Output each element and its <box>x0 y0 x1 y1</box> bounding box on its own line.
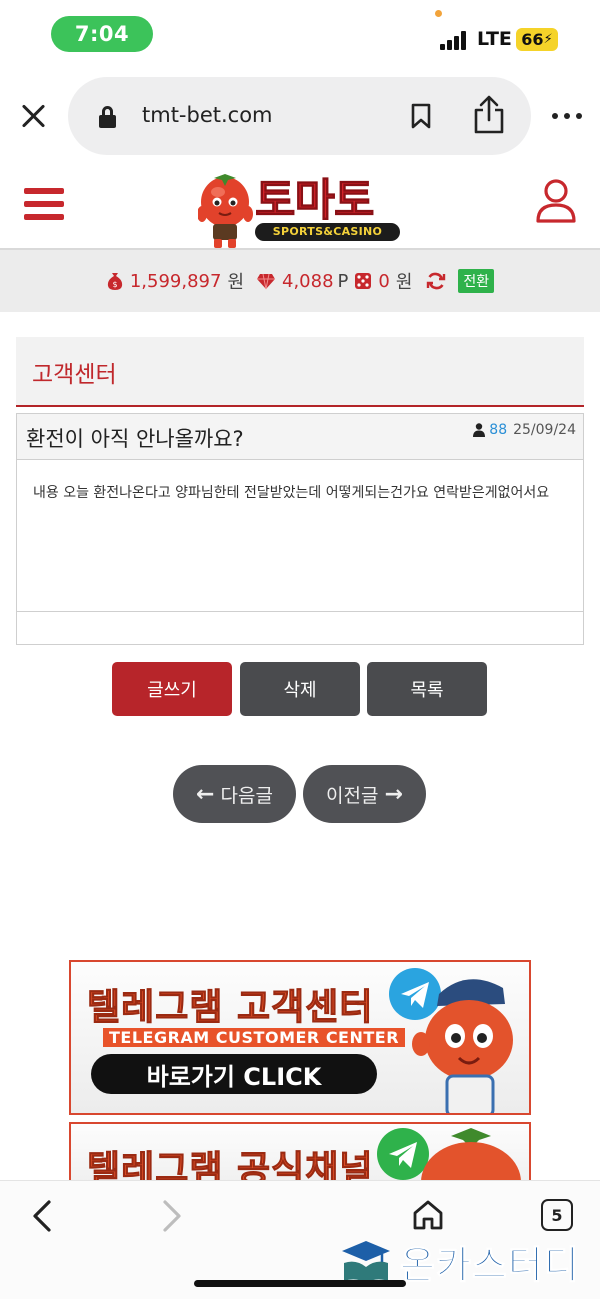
battery-indicator: 66 ⚡ <box>516 28 558 51</box>
home-indicator <box>194 1280 406 1287</box>
lock-icon <box>99 106 116 128</box>
delete-button[interactable]: 삭제 <box>240 662 360 716</box>
point-unit: P <box>337 270 349 292</box>
section-header: 고객센터 <box>16 337 584 407</box>
banner-cta-button[interactable]: 바로가기 CLICK <box>91 1054 377 1094</box>
more-icon[interactable] <box>552 113 582 121</box>
prev-post-label: 이전글 <box>326 784 379 807</box>
next-post-label: 다음글 <box>220 784 273 807</box>
section-title: 고객센터 <box>32 362 117 388</box>
status-bar: 7:04 LTE 66 ⚡ <box>0 0 600 70</box>
post-author: 88 <box>489 422 508 438</box>
arrow-right-icon: → <box>384 781 403 807</box>
gem-icon <box>257 273 275 290</box>
forward-icon[interactable] <box>160 1199 184 1233</box>
dice-icon <box>355 273 372 289</box>
arrow-left-icon: ← <box>196 781 215 807</box>
post-content: 내용 오늘 환전나온다고 양파님한테 전달받았는데 어떻게되는건가요 연락받은게… <box>17 460 583 612</box>
book-logo-icon <box>342 1241 390 1283</box>
next-post-button[interactable]: ← 다음글 <box>173 765 296 823</box>
point-balance: 4,088 P <box>256 271 348 292</box>
close-icon[interactable] <box>18 100 50 132</box>
network-label: LTE <box>477 28 512 50</box>
site-header: 토마토 SPORTS&CASINO <box>0 160 600 250</box>
telegram-support-banner[interactable]: 텔레그램 고객센터 TELEGRAM CUSTOMER CENTER 바로가기 … <box>69 960 531 1115</box>
share-icon[interactable] <box>472 95 506 135</box>
post-navigation: ← 다음글 이전글 → <box>0 765 600 823</box>
refresh-icon[interactable] <box>426 271 446 291</box>
casino-amount: 0 <box>378 270 390 292</box>
signal-icon <box>440 30 470 50</box>
hamburger-icon[interactable] <box>24 186 64 222</box>
tab-count: 5 <box>551 1205 563 1225</box>
banner-title: 텔레그램 고객센터 <box>87 987 374 1029</box>
status-time: 7:04 <box>51 16 153 52</box>
tabs-icon[interactable]: 5 <box>541 1199 573 1231</box>
logo-subtitle: SPORTS&CASINO <box>255 223 400 241</box>
post-date: 25/09/24 <box>513 422 576 438</box>
point-amount: 4,088 <box>282 270 334 292</box>
back-icon[interactable] <box>30 1199 54 1233</box>
user-icon[interactable] <box>535 178 577 224</box>
post-header: 환전이 아직 안나올까요? 88 25/09/24 <box>17 414 583 460</box>
charging-icon: ⚡ <box>543 32 553 47</box>
watermark: 온카스터디 <box>338 1237 594 1287</box>
money-balance: $ 1,599,897 원 <box>106 268 244 294</box>
post-meta: 88 25/09/24 <box>473 422 576 438</box>
casino-balance: 0 원 <box>354 268 412 294</box>
balance-bar: $ 1,599,897 원 4,088 P 0 원 전환 <box>0 250 600 312</box>
money-amount: 1,599,897 <box>129 270 222 292</box>
svg-text:$: $ <box>112 280 117 289</box>
url-text[interactable]: tmt-bet.com <box>142 103 273 127</box>
action-buttons: 글쓰기 삭제 목록 <box>0 662 600 716</box>
person-icon <box>473 423 486 437</box>
home-icon[interactable] <box>412 1199 444 1231</box>
convert-button[interactable]: 전환 <box>458 269 495 293</box>
write-button[interactable]: 글쓰기 <box>112 662 232 716</box>
bookmark-icon[interactable] <box>411 103 431 129</box>
prev-post-button[interactable]: 이전글 → <box>303 765 426 823</box>
browser-bottom-bar: 5 온카스터디 <box>0 1180 600 1299</box>
address-bar[interactable]: tmt-bet.com <box>68 77 531 155</box>
battery-level: 66 <box>521 30 544 49</box>
money-bag-icon: $ <box>107 273 122 290</box>
watermark-text: 온카스터디 <box>400 1242 580 1287</box>
logo-title: 토마토 <box>254 175 374 227</box>
money-unit: 원 <box>227 272 244 293</box>
casino-unit: 원 <box>395 272 413 293</box>
banner-subtitle: TELEGRAM CUSTOMER CENTER <box>103 1028 406 1047</box>
post-title: 환전이 아직 안나올까요? <box>26 427 244 451</box>
list-button[interactable]: 목록 <box>367 662 487 716</box>
mascot-image <box>412 979 513 1113</box>
post-view: 환전이 아직 안나올까요? 88 25/09/24 내용 오늘 환전나온다고 양… <box>16 413 584 645</box>
privacy-indicator-dot <box>435 10 442 17</box>
